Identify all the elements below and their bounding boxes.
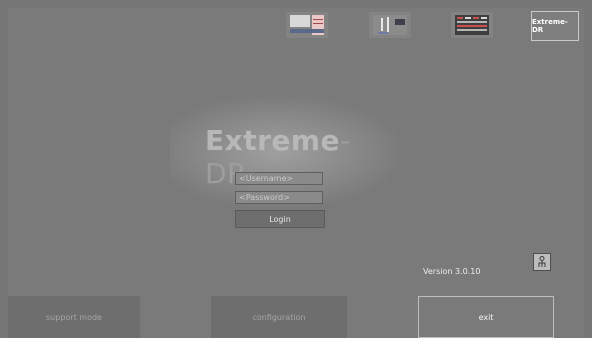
version-label: Version 3.0.10 [423,267,481,276]
exit-label: exit [478,312,494,322]
info-person-icon [538,256,546,267]
thumbnail-graphic [455,15,489,35]
thumbnail-preview [455,15,489,35]
product-title: Extreme-DR [205,124,375,190]
thumbnail-graphic [290,15,324,35]
thumbnail-report-view[interactable] [286,12,328,38]
login-button[interactable]: Login [235,210,325,228]
thumbnail-table-view[interactable] [451,12,493,38]
info-button[interactable] [533,253,551,271]
thumbnail-graphic [373,15,407,35]
login-button-label: Login [269,214,291,224]
support-mode-button[interactable]: support mode [8,296,140,338]
support-mode-label: support mode [46,312,102,322]
thumbnail-preview [373,15,407,35]
thumbnail-preview [290,15,324,35]
username-field[interactable] [235,172,323,185]
password-field[interactable] [235,191,323,204]
brand-main: Extreme [205,124,341,157]
brand-logo: Extreme-DR [531,11,579,41]
logo-text: Extreme-DR [532,18,568,34]
exit-button[interactable]: exit [418,296,554,338]
configuration-label: configuration [252,312,306,322]
configuration-button[interactable]: configuration [211,296,347,338]
thumbnail-image-view[interactable] [369,12,411,38]
